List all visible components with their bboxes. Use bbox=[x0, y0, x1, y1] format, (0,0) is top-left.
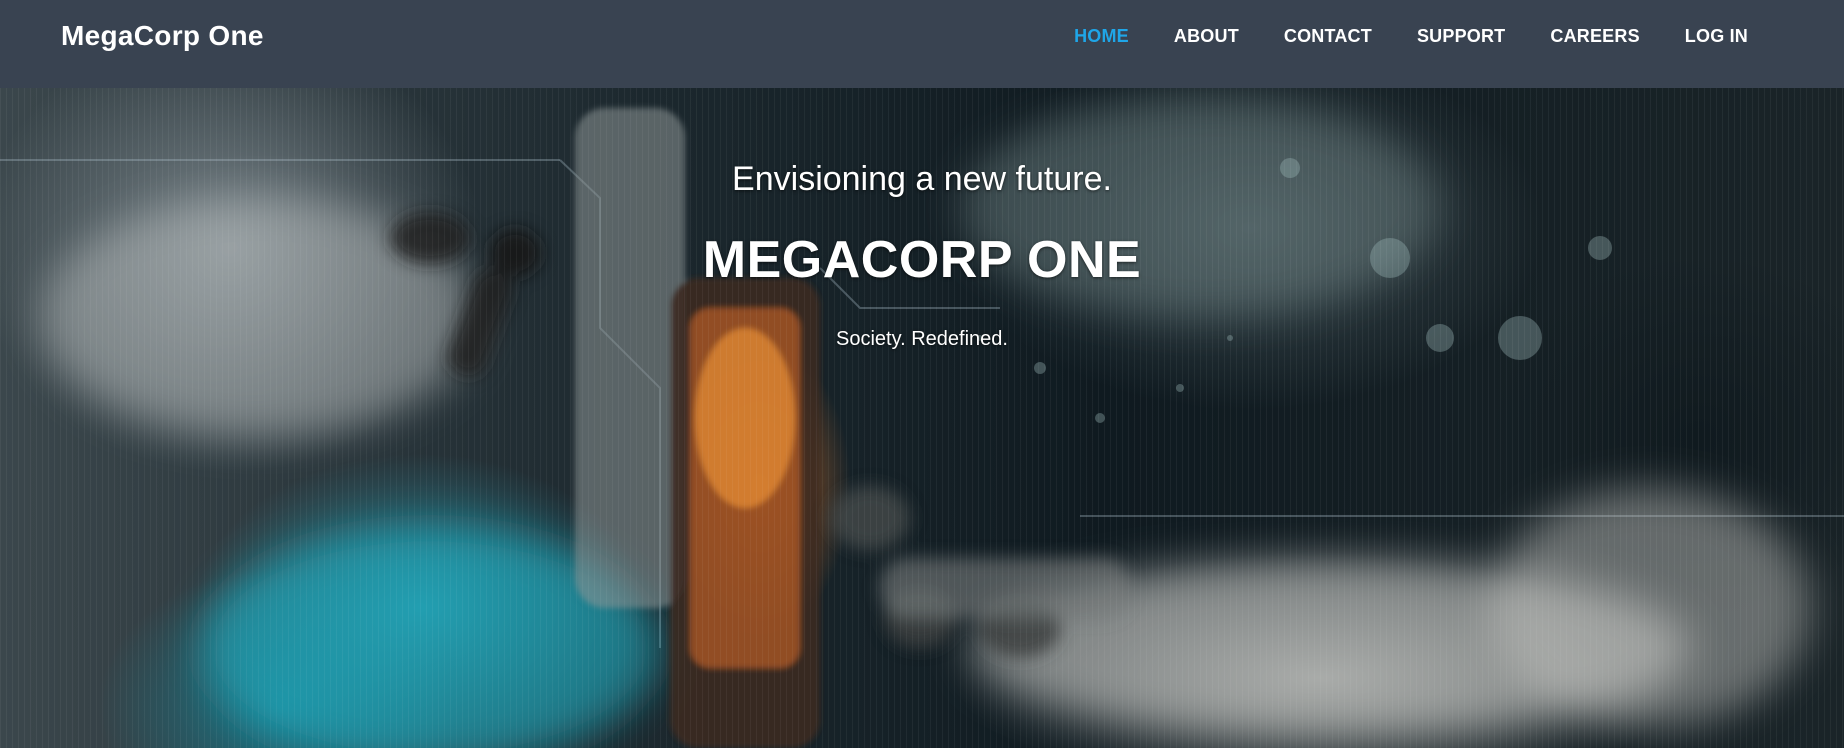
nav-item-contact[interactable]: CONTACT bbox=[1284, 26, 1372, 47]
hero-tagline: Envisioning a new future. bbox=[732, 160, 1112, 198]
main-nav: HOME ABOUT CONTACT SUPPORT CAREERS LOG I… bbox=[1029, 0, 1748, 72]
hero-banner: Envisioning a new future. MEGACORP ONE S… bbox=[0, 88, 1844, 748]
nav-item-home[interactable]: HOME bbox=[1074, 26, 1129, 47]
nav-item-log-in[interactable]: LOG IN bbox=[1685, 26, 1748, 47]
nav-item-support[interactable]: SUPPORT bbox=[1417, 26, 1505, 47]
brand-logo-link[interactable]: MegaCorp One bbox=[61, 20, 264, 52]
nav-item-careers[interactable]: CAREERS bbox=[1550, 26, 1639, 47]
nav-item-about[interactable]: ABOUT bbox=[1174, 26, 1239, 47]
hero-subline: Society. Redefined. bbox=[836, 328, 1008, 350]
top-navbar: MegaCorp One HOME ABOUT CONTACT SUPPORT … bbox=[0, 0, 1844, 88]
hero-title: MEGACORP ONE bbox=[702, 231, 1142, 289]
